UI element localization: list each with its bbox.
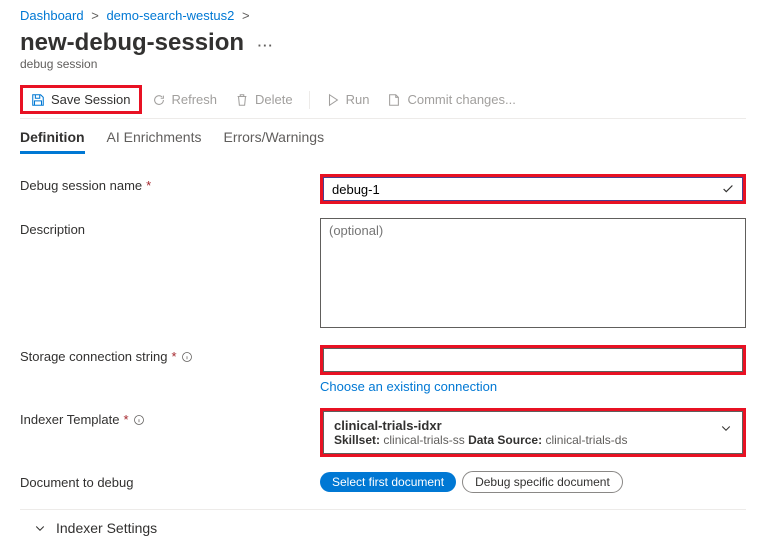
chevron-down-icon xyxy=(720,422,732,434)
label-document-to-debug: Document to debug xyxy=(20,471,320,490)
field-session-name-wrap xyxy=(320,174,746,204)
save-session-label: Save Session xyxy=(51,92,131,107)
commit-icon xyxy=(387,93,401,107)
option-select-first-document[interactable]: Select first document xyxy=(320,472,456,492)
refresh-label: Refresh xyxy=(172,92,218,107)
option-debug-specific-document[interactable]: Debug specific document xyxy=(462,471,623,493)
tab-errors-warnings[interactable]: Errors/Warnings xyxy=(223,129,324,154)
label-storage: Storage connection string * xyxy=(20,345,320,364)
indexer-settings-accordion[interactable]: Indexer Settings xyxy=(20,520,746,536)
tab-definition[interactable]: Definition xyxy=(20,129,85,154)
field-storage-wrap: Choose an existing connection xyxy=(320,345,746,394)
save-session-button[interactable]: Save Session xyxy=(20,85,142,114)
label-indexer-text: Indexer Template xyxy=(20,412,120,427)
skillset-value: clinical-trials-ss xyxy=(383,433,464,447)
required-icon: * xyxy=(146,178,151,193)
required-icon: * xyxy=(171,349,176,364)
save-icon xyxy=(31,93,45,107)
refresh-button: Refresh xyxy=(144,88,226,111)
indexer-template-subtext: Skillset: clinical-trials-ss Data Source… xyxy=(334,433,732,447)
indexer-template-dropdown[interactable]: clinical-trials-idxr Skillset: clinical-… xyxy=(323,411,743,454)
checkmark-icon xyxy=(721,182,735,196)
page-title: new-debug-session xyxy=(20,29,244,57)
command-bar: Save Session Refresh Delete Run Commit c… xyxy=(20,81,746,119)
storage-connection-input[interactable] xyxy=(323,348,743,372)
field-doc-wrap: Select first document Debug specific doc… xyxy=(320,471,746,493)
description-input[interactable] xyxy=(320,218,746,328)
info-icon[interactable] xyxy=(133,414,145,426)
session-name-input[interactable] xyxy=(323,177,743,201)
row-indexer-template: Indexer Template * clinical-trials-idxr … xyxy=(20,408,746,457)
label-storage-text: Storage connection string xyxy=(20,349,167,364)
indexer-settings-label: Indexer Settings xyxy=(56,520,157,536)
delete-button: Delete xyxy=(227,88,301,111)
row-document-to-debug: Document to debug Select first document … xyxy=(20,471,746,493)
indexer-template-value: clinical-trials-idxr xyxy=(334,418,732,433)
label-session-name-text: Debug session name xyxy=(20,178,142,193)
skillset-key: Skillset: xyxy=(334,433,380,447)
delete-label: Delete xyxy=(255,92,293,107)
label-description-text: Description xyxy=(20,222,85,237)
breadcrumb-dashboard[interactable]: Dashboard xyxy=(20,8,84,23)
commit-label: Commit changes... xyxy=(407,92,515,107)
label-doc-text: Document to debug xyxy=(20,475,133,490)
page-subtitle: debug session xyxy=(20,57,746,71)
row-session-name: Debug session name * xyxy=(20,174,746,204)
tab-ai-enrichments[interactable]: AI Enrichments xyxy=(107,129,202,154)
more-icon[interactable]: ··· xyxy=(258,38,274,53)
label-indexer-template: Indexer Template * xyxy=(20,408,320,427)
storage-input-highlight xyxy=(320,345,746,375)
info-icon[interactable] xyxy=(181,351,193,363)
label-session-name: Debug session name * xyxy=(20,174,320,193)
trash-icon xyxy=(235,93,249,107)
chevron-right-icon: > xyxy=(242,8,250,23)
section-divider xyxy=(20,509,746,510)
datasource-key: Data Source: xyxy=(468,433,542,447)
toolbar-divider xyxy=(309,91,310,109)
row-description: Description xyxy=(20,218,746,331)
run-button: Run xyxy=(318,88,378,111)
choose-connection-link[interactable]: Choose an existing connection xyxy=(320,379,497,394)
breadcrumb: Dashboard > demo-search-westus2 > xyxy=(20,8,746,23)
required-icon: * xyxy=(124,412,129,427)
row-storage: Storage connection string * Choose an ex… xyxy=(20,345,746,394)
tab-bar: Definition AI Enrichments Errors/Warning… xyxy=(20,129,746,154)
label-description: Description xyxy=(20,218,320,237)
field-description-wrap xyxy=(320,218,746,331)
datasource-value: clinical-trials-ds xyxy=(545,433,627,447)
doc-option-group: Select first document Debug specific doc… xyxy=(320,471,746,493)
field-indexer-wrap: clinical-trials-idxr Skillset: clinical-… xyxy=(320,408,746,457)
chevron-down-icon xyxy=(34,522,46,534)
breadcrumb-service[interactable]: demo-search-westus2 xyxy=(106,8,234,23)
title-row: new-debug-session ··· xyxy=(20,27,746,57)
commit-button: Commit changes... xyxy=(379,88,523,111)
refresh-icon xyxy=(152,93,166,107)
play-icon xyxy=(326,93,340,107)
chevron-right-icon: > xyxy=(91,8,99,23)
run-label: Run xyxy=(346,92,370,107)
